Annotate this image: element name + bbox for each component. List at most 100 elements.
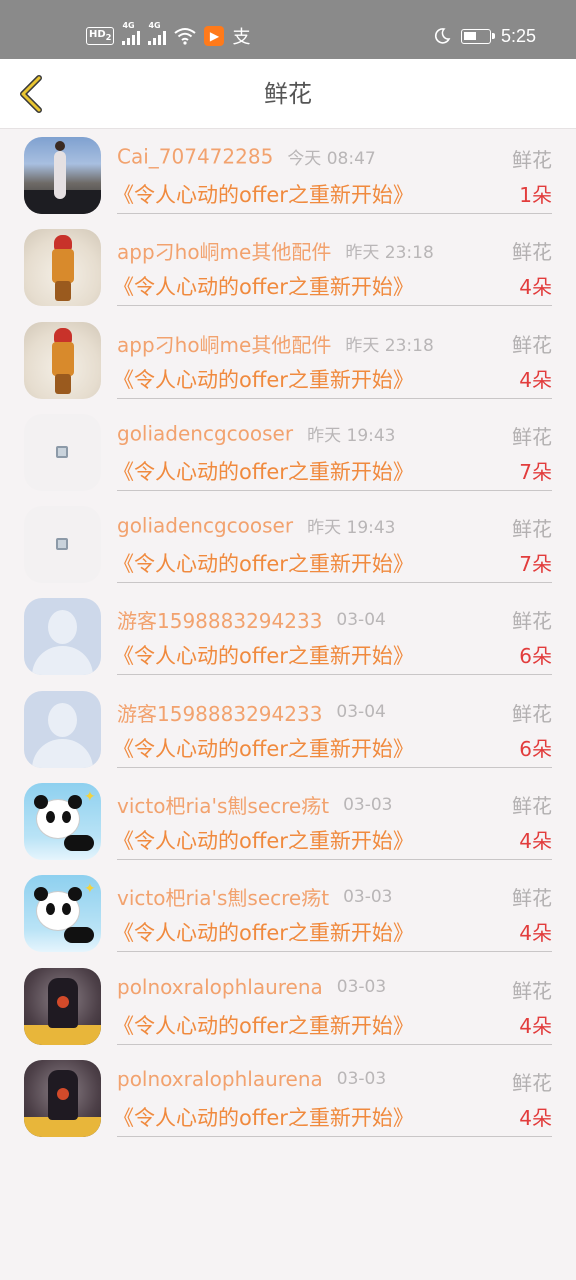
gift-name: 鲜花 [512, 240, 552, 265]
timestamp: 03-03 [336, 1068, 387, 1089]
list-item-body: app刁ho峒me其他配件 昨天 23:18 鲜花 《令人心动的offer之重新开始… [113, 221, 552, 307]
status-right-icons: 5:25 [433, 22, 536, 50]
avatar[interactable] [24, 598, 101, 676]
username[interactable]: goliadencgcooser [117, 421, 293, 445]
gift-name: 鲜花 [512, 609, 552, 634]
status-left-icons: HD2 4G 4G ▶ 支 [86, 21, 250, 50]
gift-count: 4朵 [519, 367, 552, 392]
show-title[interactable]: 《令人心动的offer之重新开始》 [113, 275, 414, 299]
show-title[interactable]: 《令人心动的offer之重新开始》 [113, 644, 414, 668]
avatar[interactable] [24, 321, 101, 399]
username[interactable]: app刁ho峒me其他配件 [117, 333, 331, 357]
list-item-body: goliadencgcooser 昨天 19:43 鲜花 《令人心动的offer之重… [113, 406, 552, 491]
avatar[interactable]: ✦ [24, 783, 101, 861]
timestamp: 03-04 [336, 702, 386, 723]
gift-count: 4朵 [519, 921, 552, 946]
show-title[interactable]: 《令人心动的offer之重新开始》 [113, 368, 414, 392]
username[interactable]: goliadencgcooser [117, 514, 293, 538]
gift-count: 6朵 [519, 736, 552, 761]
timestamp: 03-03 [336, 976, 387, 997]
gift-count: 4朵 [519, 829, 552, 854]
list-item[interactable]: 游客1598883294233 03-04 鲜花 《令人心动的offer之重新开始》… [0, 683, 576, 775]
avatar[interactable] [24, 413, 101, 491]
username[interactable]: polnoxralophlaurena [117, 975, 323, 999]
list-item[interactable]: app刁ho峒me其他配件 昨天 23:18 鲜花 《令人心动的offer之重新开始… [0, 221, 576, 313]
show-title[interactable]: 《令人心动的offer之重新开始》 [113, 1014, 414, 1038]
list-item-body: polnoxralophlaurena 03-03 鲜花 《令人心动的offer之重… [113, 1052, 552, 1137]
gift-name: 鲜花 [512, 332, 552, 357]
list-item[interactable]: 游客1598883294233 03-04 鲜花 《令人心动的offer之重新开始》… [0, 590, 576, 682]
gift-count: 7朵 [519, 552, 552, 577]
list-item[interactable]: polnoxralophlaurena 03-03 鲜花 《令人心动的offer之重… [0, 960, 576, 1052]
list-item[interactable]: ✦ victo杷ria's劁secre疡t 03-03 鲜花 《令人心动的offer… [0, 775, 576, 867]
avatar[interactable] [24, 137, 101, 214]
gift-count: 6朵 [519, 644, 552, 669]
signal-2-label: 4G [148, 21, 161, 30]
list-item-body: 游客1598883294233 03-04 鲜花 《令人心动的offer之重新开始》… [113, 590, 552, 676]
gift-name: 鲜花 [512, 148, 552, 172]
list-item-body: app刁ho峒me其他配件 昨天 23:18 鲜花 《令人心动的offer之重新开始… [113, 314, 552, 399]
username[interactable]: Cai_707472285 [117, 145, 273, 169]
avatar[interactable] [24, 506, 101, 584]
show-title[interactable]: 《令人心动的offer之重新开始》 [113, 921, 414, 945]
timestamp: 昨天 19:43 [307, 425, 396, 446]
list-item-body: 游客1598883294233 03-04 鲜花 《令人心动的offer之重新开始》… [113, 683, 552, 768]
gift-name: 鲜花 [512, 886, 552, 911]
show-title[interactable]: 《令人心动的offer之重新开始》 [113, 183, 414, 207]
show-title[interactable]: 《令人心动的offer之重新开始》 [113, 552, 414, 576]
hd-icon: HD2 [86, 27, 115, 45]
list-item[interactable]: app刁ho峒me其他配件 昨天 23:18 鲜花 《令人心动的offer之重新开始… [0, 314, 576, 406]
status-time: 5:25 [500, 25, 536, 46]
timestamp: 03-04 [336, 609, 386, 630]
username[interactable]: 游客1598883294233 [117, 609, 322, 633]
gift-record-list: Cai_707472285 今天 08:47 鲜花 《令人心动的offer之重新开始… [0, 129, 576, 1144]
show-title[interactable]: 《令人心动的offer之重新开始》 [113, 829, 414, 853]
gift-name: 鲜花 [512, 794, 552, 819]
list-item[interactable]: goliadencgcooser 昨天 19:43 鲜花 《令人心动的offer之重… [0, 498, 576, 590]
timestamp: 03-03 [343, 794, 393, 815]
status-bar: HD2 4G 4G ▶ 支 5:25 [0, 0, 576, 59]
avatar[interactable]: ✦ [24, 875, 101, 953]
username[interactable]: victo杷ria's劁secre疡t [117, 886, 329, 910]
timestamp: 昨天 23:18 [345, 335, 434, 356]
page-title: 鲜花 [264, 80, 312, 108]
show-title[interactable]: 《令人心动的offer之重新开始》 [113, 737, 414, 761]
alipay-icon: 支 [232, 23, 250, 49]
username[interactable]: victo杷ria's劁secre疡t [117, 794, 329, 818]
video-app-icon: ▶ [204, 26, 225, 46]
list-item-body: victo杷ria's劁secre疡t 03-03 鲜花 《令人心动的offer之重… [113, 775, 552, 861]
username[interactable]: 游客1598883294233 [117, 702, 322, 726]
username[interactable]: app刁ho峒me其他配件 [117, 240, 331, 264]
list-item[interactable]: ✦ victo杷ria's劁secre疡t 03-03 鲜花 《令人心动的offer… [0, 867, 576, 959]
timestamp: 昨天 23:18 [345, 243, 434, 264]
hd-label: HD [89, 29, 106, 40]
avatar[interactable] [24, 967, 101, 1045]
gift-count: 1朵 [519, 183, 552, 207]
list-item[interactable]: Cai_707472285 今天 08:47 鲜花 《令人心动的offer之重新开始… [0, 129, 576, 221]
gift-name: 鲜花 [512, 978, 552, 1003]
avatar[interactable] [24, 229, 101, 307]
avatar[interactable] [24, 690, 101, 768]
gift-name: 鲜花 [512, 701, 552, 726]
hd-sub: 2 [105, 32, 112, 42]
timestamp: 昨天 19:43 [307, 518, 396, 539]
avatar[interactable] [24, 1059, 101, 1137]
list-item-body: goliadencgcooser 昨天 19:43 鲜花 《令人心动的offer之重… [113, 498, 552, 584]
list-item-body: victo杷ria's劁secre疡t 03-03 鲜花 《令人心动的offer之重… [113, 867, 552, 953]
nav-bar: 鲜花 [0, 59, 576, 129]
show-title[interactable]: 《令人心动的offer之重新开始》 [113, 1106, 414, 1130]
list-item-body: polnoxralophlaurena 03-03 鲜花 《令人心动的offer之重… [113, 960, 552, 1045]
list-item[interactable]: goliadencgcooser 昨天 19:43 鲜花 《令人心动的offer之重… [0, 406, 576, 498]
show-title[interactable]: 《令人心动的offer之重新开始》 [113, 460, 414, 484]
signal-icon-2: 4G [148, 21, 167, 45]
signal-1-label: 4G [122, 21, 135, 30]
list-item[interactable]: polnoxralophlaurena 03-03 鲜花 《令人心动的offer之重… [0, 1052, 576, 1144]
username[interactable]: polnoxralophlaurena [117, 1067, 323, 1091]
gift-name: 鲜花 [512, 1070, 552, 1095]
battery-icon [460, 28, 495, 44]
signal-icon-1: 4G [122, 21, 141, 45]
moon-icon [434, 28, 451, 44]
gift-name: 鲜花 [512, 424, 552, 449]
timestamp: 03-03 [343, 886, 393, 907]
gift-count: 4朵 [519, 1013, 552, 1038]
